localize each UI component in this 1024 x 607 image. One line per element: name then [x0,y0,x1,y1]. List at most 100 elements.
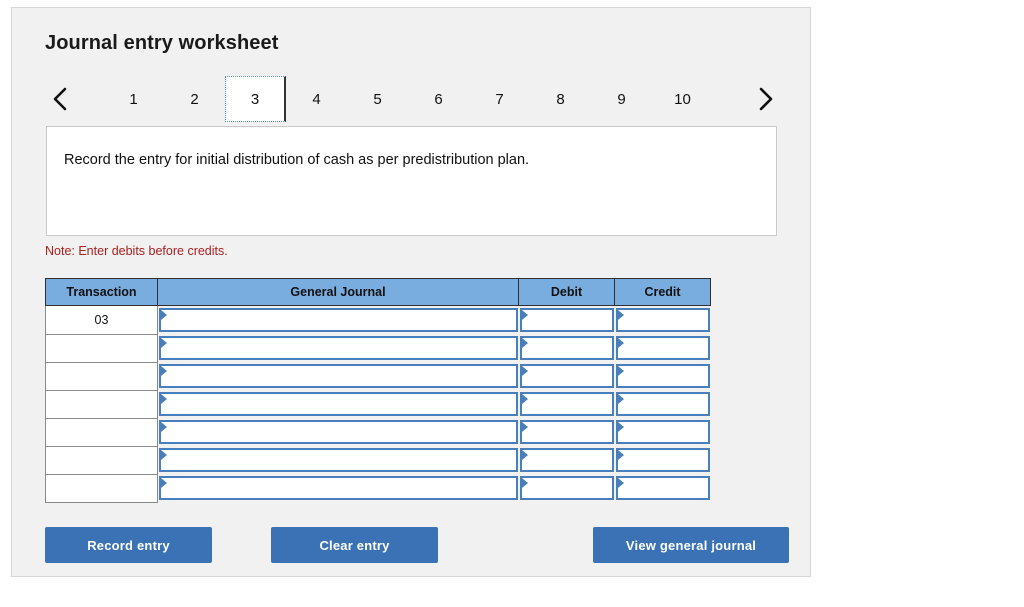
debit-input[interactable] [519,336,614,360]
cell-credit[interactable] [614,334,711,362]
pager-tab-8[interactable]: 8 [530,76,591,122]
column-header-transaction: Transaction [45,278,158,306]
dropdown-triangle-icon [617,394,624,404]
dropdown-triangle-icon [521,450,528,460]
cell-general-journal[interactable] [157,474,519,502]
table-row [45,418,711,447]
journal-entry-table: Transaction General Journal Debit Credit… [45,278,711,503]
pager-tab-label: 1 [129,90,138,108]
general-journal-input[interactable] [159,420,518,444]
dropdown-triangle-icon [161,366,167,376]
debit-input[interactable] [519,448,614,472]
cell-transaction [45,334,158,363]
pager-tab-label: 3 [250,90,260,108]
view-general-journal-button[interactable]: View general journal [593,527,789,563]
pager-tab-label: 7 [495,90,504,108]
general-journal-input[interactable] [159,336,518,360]
dropdown-triangle-icon [521,478,528,488]
cell-general-journal[interactable] [157,390,519,418]
cell-debit[interactable] [518,305,615,334]
credit-input[interactable] [615,336,710,360]
debit-input[interactable] [519,308,614,332]
cell-transaction [45,418,158,447]
pager-tab-label: 9 [617,90,626,108]
cell-general-journal[interactable] [157,362,519,390]
table-header-row: Transaction General Journal Debit Credit [45,278,711,306]
dropdown-triangle-icon [617,422,624,432]
journal-entry-worksheet-panel: Journal entry worksheet 1 2 3 4 5 6 7 8 … [11,7,811,577]
dropdown-triangle-icon [161,338,167,348]
pager-tab-2[interactable]: 2 [164,76,225,122]
dropdown-triangle-icon [521,394,528,404]
dropdown-triangle-icon [161,310,167,320]
dropdown-triangle-icon [161,422,167,432]
pager-tab-1[interactable]: 1 [103,76,164,122]
cell-transaction [45,474,158,503]
general-journal-input[interactable] [159,448,518,472]
table-row [45,334,711,363]
pager-tab-5[interactable]: 5 [347,76,408,122]
dropdown-triangle-icon [617,478,624,488]
cell-transaction [45,446,158,475]
credit-input[interactable] [615,420,710,444]
cell-debit[interactable] [518,390,615,418]
pager-tab-label: 4 [312,90,321,108]
cell-general-journal[interactable] [157,334,519,362]
table-row [45,362,711,391]
cell-debit[interactable] [518,362,615,390]
pager-tab-label: 5 [373,90,382,108]
prompt-text: Record the entry for initial distributio… [64,152,530,168]
debit-input[interactable] [519,364,614,388]
debit-input[interactable] [519,420,614,444]
credit-input[interactable] [615,308,710,332]
cell-debit[interactable] [518,474,615,502]
general-journal-input[interactable] [159,476,518,500]
credit-input[interactable] [615,448,710,472]
cell-credit[interactable] [614,474,711,502]
cell-debit[interactable] [518,418,615,446]
debits-before-credits-note: Note: Enter debits before credits. [45,244,228,258]
pager-tab-7[interactable]: 7 [469,76,530,122]
cell-general-journal[interactable] [157,446,519,474]
cell-credit[interactable] [614,418,711,446]
pager-tab-label: 8 [556,90,565,108]
dropdown-triangle-icon [617,338,624,348]
cell-general-journal[interactable] [157,418,519,446]
chevron-right-icon[interactable] [750,76,780,122]
record-entry-button[interactable]: Record entry [45,527,212,563]
chevron-left-icon[interactable] [45,76,75,122]
dropdown-triangle-icon [161,478,167,488]
dropdown-triangle-icon [617,366,624,376]
cell-credit[interactable] [614,305,711,334]
pager-tab-6[interactable]: 6 [408,76,469,122]
pager-tab-9[interactable]: 9 [591,76,652,122]
cell-credit[interactable] [614,362,711,390]
pager-tab-10[interactable]: 10 [652,76,713,122]
credit-input[interactable] [615,392,710,416]
dropdown-triangle-icon [161,450,167,460]
cell-transaction [45,390,158,419]
debit-input[interactable] [519,476,614,500]
column-header-general-journal: General Journal [157,278,519,306]
credit-input[interactable] [615,364,710,388]
general-journal-input[interactable] [159,392,518,416]
pager-tab-4[interactable]: 4 [286,76,347,122]
prompt-box: Record the entry for initial distributio… [46,126,777,236]
pager-tab-label: 2 [190,90,199,108]
general-journal-input[interactable] [159,364,518,388]
clear-entry-button[interactable]: Clear entry [271,527,438,563]
cell-credit[interactable] [614,390,711,418]
pager-tab-3[interactable]: 3 [225,76,286,122]
cell-general-journal[interactable] [157,305,519,334]
dropdown-triangle-icon [521,422,528,432]
cell-debit[interactable] [518,446,615,474]
debit-input[interactable] [519,392,614,416]
general-journal-input[interactable] [159,308,518,332]
cell-credit[interactable] [614,446,711,474]
pager-tab-label: 6 [434,90,443,108]
column-header-debit: Debit [518,278,615,306]
cell-debit[interactable] [518,334,615,362]
table-row [45,474,711,503]
dropdown-triangle-icon [521,366,528,376]
credit-input[interactable] [615,476,710,500]
